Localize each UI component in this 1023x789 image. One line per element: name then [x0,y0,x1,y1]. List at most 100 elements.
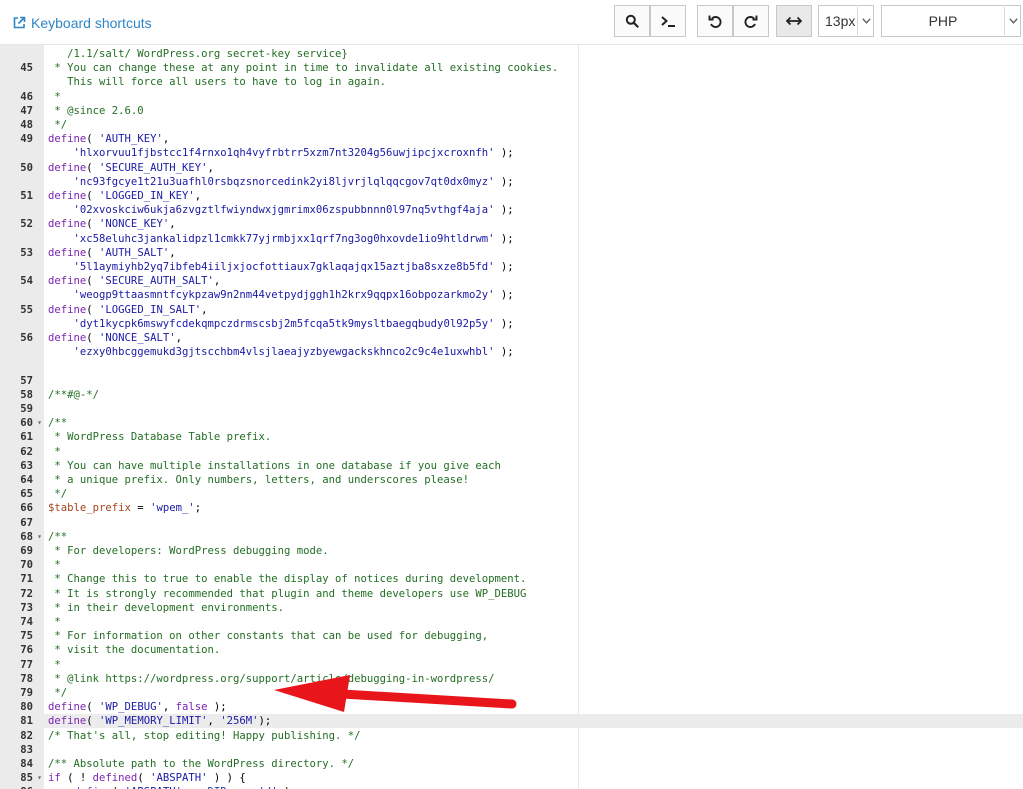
code-token: * For developers: WordPress debugging mo… [48,545,329,557]
code-line[interactable]: 'hlxorvuu1fjbstcc1f4rnxo1qh4vyfrbtrr5xzm… [0,146,1023,160]
code-line[interactable]: 86 define( 'ABSPATH', __DIR__ . '/' ); [0,785,1023,789]
code-line[interactable]: This will force all users to have to log… [0,75,1023,89]
line-code: /* That's all, stop editing! Happy publi… [48,729,361,743]
line-code: */ [48,686,67,700]
code-line[interactable]: 50 define( 'SECURE_AUTH_KEY', [0,161,1023,175]
code-line[interactable]: 58 /**#@-*/ [0,388,1023,402]
code-token: , [175,332,182,344]
code-line[interactable]: 49 define( 'AUTH_KEY', [0,132,1023,146]
search-button[interactable] [614,5,650,37]
code-line[interactable]: 61 * WordPress Database Table prefix. [0,430,1023,444]
line-code: * You can change these at any point in t… [48,61,558,75]
fold-toggle-icon[interactable]: ▾ [35,416,44,430]
line-code: /** [48,530,67,544]
fold-toggle-icon[interactable]: ▾ [35,771,44,785]
code-line[interactable]: 74 * [0,615,1023,629]
code-token: * a unique prefix. Only numbers, letters… [48,474,469,486]
code-line[interactable]: 68 ▾ /** [0,530,1023,544]
code-line[interactable]: 'dyt1kycpk6mswyfcdekqmpczdrmscsbj2m5fcqa… [0,317,1023,331]
code-line[interactable]: 70 * [0,558,1023,572]
code-line[interactable]: 60 ▾ /** [0,416,1023,430]
code-line[interactable]: 77 * [0,658,1023,672]
code-line[interactable]: 69 * For developers: WordPress debugging… [0,544,1023,558]
keyboard-shortcuts-link[interactable]: Keyboard shortcuts [12,13,152,33]
mode-select[interactable]: PHP [881,5,1021,37]
code-line[interactable]: 59 [0,402,1023,416]
code-line[interactable]: 52 define( 'NONCE_KEY', [0,217,1023,231]
wrap-toggle-button[interactable] [776,5,812,37]
undo-button[interactable] [697,5,733,37]
code-line[interactable]: 64 * a unique prefix. Only numbers, lett… [0,473,1023,487]
code-token: 'ABSPATH' [150,772,208,785]
code-line[interactable]: 83 [0,743,1023,757]
code-line[interactable]: 73 * in their development environments. [0,601,1023,615]
code-line[interactable]: '5l1aymiyhb2yq7ibfeb4iiljxjocfottiaux7gk… [0,260,1023,274]
code-token: , [169,218,176,231]
line-code: This will force all users to have to log… [48,75,386,89]
code-line[interactable]: 84 /** Absolute path to the WordPress dir… [0,757,1023,771]
code-line[interactable]: 66 $table_prefix = 'wpem_'; [0,501,1023,515]
fold-toggle-icon[interactable]: ▾ [35,530,44,544]
redo-button[interactable] [733,5,769,37]
code-token: ( [86,218,100,231]
code-token: 'ezxy0hbcggemukd3gjtscchbm4vlsjlaeajyzby… [73,346,495,359]
code-line[interactable]: 51 define( 'LOGGED_IN_KEY', [0,189,1023,203]
code-token: , [207,161,214,174]
code-line[interactable]: 47 * @since 2.6.0 [0,104,1023,118]
code-token: 'WP_DEBUG' [99,701,163,714]
terminal-button[interactable] [650,5,686,37]
code-line[interactable]: 46 * [0,90,1023,104]
code-token: , [162,701,176,714]
line-number: 64 [20,474,33,486]
line-code: * visit the documentation. [48,643,220,657]
code-line[interactable]: 57 [0,374,1023,388]
line-code: define( 'NONCE_SALT', [48,331,182,345]
code-line[interactable]: 65 */ [0,487,1023,501]
code-token: $table_prefix [48,502,131,515]
code-token: 'LOGGED_IN_SALT' [99,303,202,316]
code-line[interactable]: 67 [0,516,1023,530]
code-line[interactable]: 'weogp9ttaasmntfcykpzaw9n2nm44vetpydjggh… [0,288,1023,302]
code-line[interactable]: 76 * visit the documentation. [0,643,1023,657]
code-line[interactable]: '02xvoskciw6ukja6zvgztlfwiyndwxjgmrimx06… [0,203,1023,217]
code-line[interactable]: 72 * It is strongly recommended that plu… [0,587,1023,601]
code-line[interactable]: 63 * You can have multiple installations… [0,459,1023,473]
line-number: 78 [20,672,33,685]
code-line[interactable]: 56 define( 'NONCE_SALT', [0,331,1023,345]
code-token: 'SECURE_AUTH_SALT' [99,275,214,288]
line-code: define( 'ABSPATH', __DIR__ . '/' ); [48,785,297,789]
code-token: , [162,133,170,146]
font-size-value: 13px [825,13,856,29]
code-line[interactable]: 85 ▾ if ( ! defined( 'ABSPATH' ) ) { [0,771,1023,785]
code-line[interactable]: 75 * For information on other constants … [0,629,1023,643]
code-line[interactable]: 71 * Change this to true to enable the d… [0,572,1023,586]
wrap-toggle-icon [786,16,802,26]
code-line[interactable]: 48 */ [0,118,1023,132]
code-token: ); [494,175,514,188]
code-line[interactable]: 55 define( 'LOGGED_IN_SALT', [0,303,1023,317]
line-number: 63 [20,459,33,472]
code-token: define [48,161,87,174]
line-number: 79 [20,687,33,699]
code-line[interactable]: 54 define( 'SECURE_AUTH_SALT', [0,274,1023,288]
code-line[interactable]: /1.1/salt/ WordPress.org secret-key serv… [0,47,1023,61]
font-size-select[interactable]: 13px [818,5,874,37]
code-line[interactable]: 45 * You can change these at any point i… [0,61,1023,75]
line-code: 'ezxy0hbcggemukd3gjtscchbm4vlsjlaeajyzby… [48,345,514,359]
code-line[interactable]: 81 define( 'WP_MEMORY_LIMIT', '256M'); [0,714,1023,729]
code-line[interactable]: 62 * [0,445,1023,459]
mode-value: PHP [928,13,958,29]
line-code: define( 'LOGGED_IN_SALT', [48,303,208,317]
line-code: /** Absolute path to the WordPress direc… [48,757,354,771]
code-line[interactable]: 'nc93fgcye1t21u3uafhl0rsbqzsnorcedink2yi… [0,175,1023,189]
code-line[interactable]: 'xc58eluhc3jankalidpzl1cmkk77yjrmbjxx1qr… [0,232,1023,246]
code-line[interactable] [0,359,1023,373]
code-line[interactable]: 'ezxy0hbcggemukd3gjtscchbm4vlsjlaeajyzby… [0,345,1023,359]
code-line[interactable]: 53 define( 'AUTH_SALT', [0,246,1023,260]
code-token: define [48,275,87,288]
code-line[interactable]: 82 /* That's all, stop editing! Happy pub… [0,729,1023,743]
editor-toolbar: Keyboard shortcuts 13px PHP [0,0,1023,45]
